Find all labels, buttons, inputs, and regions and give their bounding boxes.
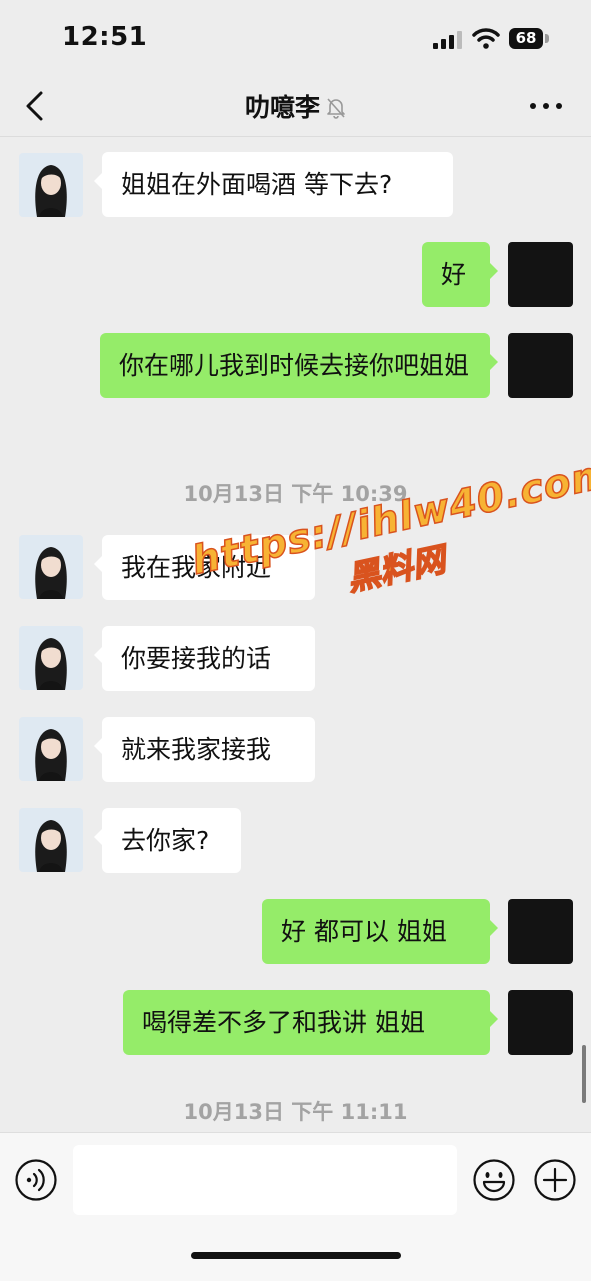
contact-avatar[interactable]: [19, 626, 83, 690]
chat-header: 叻噫李: [0, 78, 591, 137]
home-indicator[interactable]: [191, 1252, 401, 1259]
scrollbar[interactable]: [582, 1045, 586, 1103]
time-stamp: 10月13日 下午 11:11: [183, 1100, 408, 1124]
message-bubble-outgoing[interactable]: 好 都可以 姐姐: [262, 899, 498, 964]
message-text: 你要接我的话: [121, 644, 272, 673]
wifi-icon: [472, 28, 500, 49]
message-bubble-outgoing[interactable]: 喝得差不多了和我讲 姐姐: [123, 990, 498, 1055]
cellular-signal-icon: [433, 31, 462, 49]
my-avatar[interactable]: [508, 990, 573, 1055]
status-time: 12:51: [62, 22, 148, 52]
emoji-icon[interactable]: [472, 1158, 516, 1202]
mute-bell-icon: [327, 98, 345, 119]
my-avatar[interactable]: [508, 242, 573, 307]
chat-title: 叻噫李: [0, 88, 591, 124]
message-bubble-incoming[interactable]: 我在我家附近: [94, 535, 315, 600]
contact-avatar[interactable]: [19, 153, 83, 217]
message-bubble-incoming[interactable]: 就来我家接我: [94, 717, 315, 782]
message-text: 去你家?: [121, 826, 210, 855]
message-text: 姐姐在外面喝酒 等下去?: [121, 170, 393, 199]
plus-icon[interactable]: [533, 1158, 577, 1202]
message-input[interactable]: [73, 1145, 457, 1215]
battery-cap: [545, 34, 549, 43]
message-text: 好 都可以 姐姐: [281, 917, 447, 946]
my-avatar[interactable]: [508, 899, 573, 964]
message-list[interactable]: 姐姐在外面喝酒 等下去? 好 你在哪儿我到时候去接你吧姐姐 10月13日 下午 …: [0, 137, 591, 1132]
message-bubble-incoming[interactable]: 去你家?: [94, 808, 241, 873]
voice-icon[interactable]: [14, 1158, 58, 1202]
my-avatar[interactable]: [508, 333, 573, 398]
contact-name: 叻噫李: [244, 93, 320, 122]
message-bubble-incoming[interactable]: 姐姐在外面喝酒 等下去?: [94, 152, 453, 217]
battery-level: 68: [509, 28, 543, 49]
time-stamp: 10月13日 下午 10:39: [183, 482, 408, 506]
message-text: 就来我家接我: [121, 735, 272, 764]
message-bubble-outgoing[interactable]: 好: [422, 242, 498, 307]
more-icon[interactable]: [528, 94, 564, 118]
message-text: 喝得差不多了和我讲 姐姐: [142, 1008, 425, 1037]
contact-avatar[interactable]: [19, 808, 83, 872]
message-bubble-incoming[interactable]: 你要接我的话: [94, 626, 315, 691]
message-bubble-outgoing[interactable]: 你在哪儿我到时候去接你吧姐姐: [100, 333, 498, 398]
contact-avatar[interactable]: [19, 717, 83, 781]
contact-avatar[interactable]: [19, 535, 83, 599]
message-text: 你在哪儿我到时候去接你吧姐姐: [119, 351, 470, 380]
message-text: 好: [441, 260, 467, 289]
status-bar: 12:51 68: [0, 0, 591, 78]
message-text: 我在我家附近: [121, 553, 272, 582]
